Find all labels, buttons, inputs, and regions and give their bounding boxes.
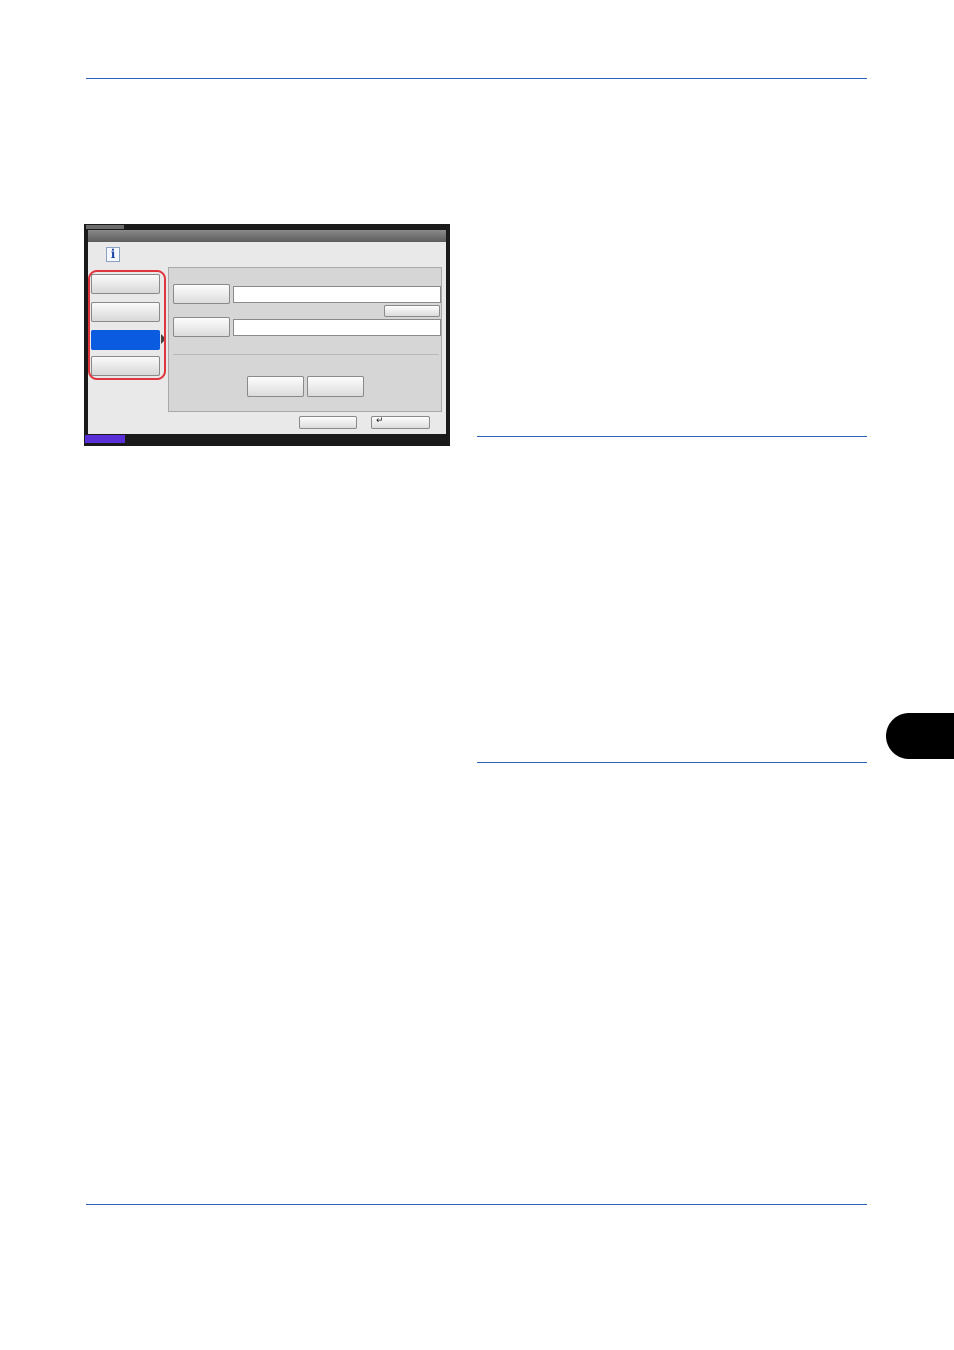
clear-button[interactable] xyxy=(384,305,440,317)
info-icon[interactable]: i xyxy=(106,247,120,262)
panel-status-bar xyxy=(88,434,446,444)
panel-body: i ↵ xyxy=(88,242,446,434)
chapter-tab xyxy=(886,713,954,759)
content-divider xyxy=(173,354,439,355)
field-2-button[interactable] xyxy=(173,317,230,337)
settings-content-area xyxy=(168,267,442,412)
action-button-1[interactable] xyxy=(247,376,304,397)
operation-panel-screenshot: i ↵ xyxy=(84,224,450,446)
field-2-input[interactable] xyxy=(233,319,441,336)
panel-title-bar xyxy=(88,230,446,242)
field-1-input[interactable] xyxy=(233,286,441,303)
header-rule xyxy=(86,78,867,79)
status-indicator xyxy=(85,435,125,443)
panel-top-strip xyxy=(86,225,124,229)
action-button-2[interactable] xyxy=(307,376,364,397)
section-rule-2 xyxy=(477,762,867,763)
footer-rule xyxy=(86,1204,867,1205)
ok-button[interactable]: ↵ xyxy=(371,416,430,429)
cancel-button[interactable] xyxy=(299,416,357,429)
tab-highlight-callout xyxy=(88,270,166,380)
section-rule-1 xyxy=(477,436,867,437)
field-1-button[interactable] xyxy=(173,284,230,304)
enter-icon: ↵ xyxy=(376,416,384,426)
